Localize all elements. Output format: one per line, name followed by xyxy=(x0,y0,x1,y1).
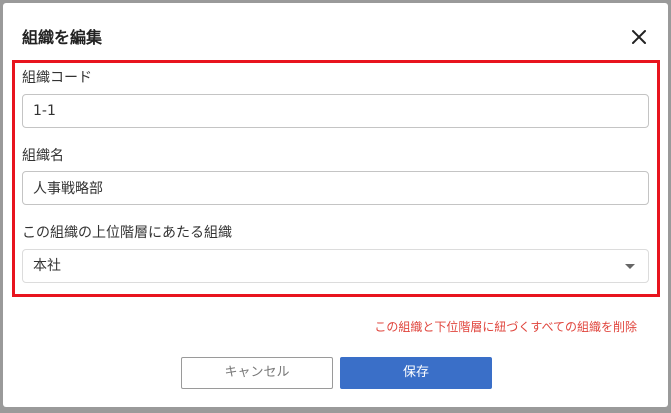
edit-organization-dialog: 組織を編集 組織コード 組織名 この組織の上位階層にあたる組織 本社 この組織と… xyxy=(3,3,668,407)
org-code-label: 組織コード xyxy=(22,70,92,86)
dialog-title: 組織を編集 xyxy=(22,28,103,47)
save-button[interactable]: 保存 xyxy=(340,357,492,389)
caret-down-icon xyxy=(625,264,635,269)
org-name-input[interactable] xyxy=(22,171,649,205)
delete-organization-link[interactable]: この組織と下位階層に紐づくすべての組織を削除 xyxy=(374,319,637,335)
cancel-button[interactable]: キャンセル xyxy=(181,357,333,389)
parent-org-selected-value: 本社 xyxy=(33,258,61,274)
org-code-input[interactable] xyxy=(22,94,649,128)
org-name-label: 組織名 xyxy=(22,148,64,164)
close-button[interactable] xyxy=(627,25,651,49)
parent-org-select[interactable]: 本社 xyxy=(22,249,649,283)
parent-org-label: この組織の上位階層にあたる組織 xyxy=(22,225,232,241)
close-icon xyxy=(632,30,646,44)
